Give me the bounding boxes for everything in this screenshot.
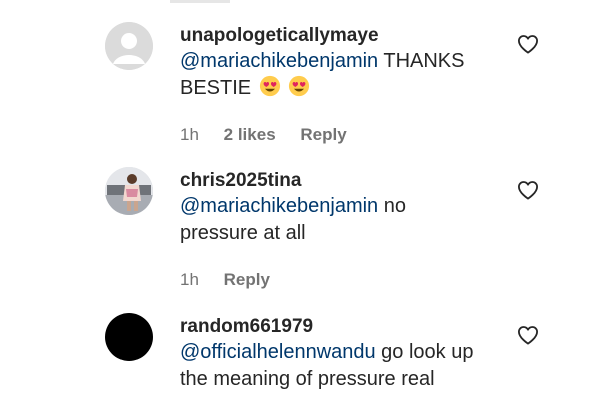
comment-text: @mariachikebenjamin THANKS BESTIE bbox=[180, 48, 490, 102]
heart-eyes-emoji-icon bbox=[259, 75, 280, 97]
reply-button[interactable]: Reply bbox=[300, 125, 346, 144]
heart-outline-icon[interactable] bbox=[517, 34, 539, 54]
timestamp: 1h bbox=[180, 125, 199, 144]
profile-photo bbox=[105, 167, 153, 215]
comment-username[interactable]: unapologeticallymaye bbox=[180, 25, 379, 47]
comment-meta: 1h 2 likes Reply bbox=[180, 125, 367, 145]
heart-outline-icon[interactable] bbox=[517, 325, 539, 345]
comment-text: @mariachikebenjamin no pressure at all bbox=[180, 193, 440, 247]
mention-link[interactable]: @officialhelennwandu bbox=[180, 341, 376, 363]
mention-link[interactable]: @mariachikebenjamin bbox=[180, 195, 378, 217]
top-divider bbox=[170, 0, 230, 3]
avatar[interactable] bbox=[105, 22, 153, 70]
avatar[interactable] bbox=[105, 313, 153, 361]
default-avatar-icon bbox=[105, 22, 153, 70]
heart-eyes-emoji-icon bbox=[289, 75, 310, 97]
comment-username[interactable]: random661979 bbox=[180, 316, 313, 338]
timestamp: 1h bbox=[180, 270, 199, 289]
comment-username[interactable]: chris2025tina bbox=[180, 170, 301, 192]
likes-count[interactable]: 2 likes bbox=[224, 125, 276, 144]
comment-meta: 1h Reply bbox=[180, 270, 290, 290]
reply-button[interactable]: Reply bbox=[224, 270, 270, 289]
avatar[interactable] bbox=[105, 167, 153, 215]
heart-outline-icon[interactable] bbox=[517, 180, 539, 200]
comment-text: @officialhelennwandu go look up the mean… bbox=[180, 339, 500, 393]
mention-link[interactable]: @mariachikebenjamin bbox=[180, 50, 378, 72]
